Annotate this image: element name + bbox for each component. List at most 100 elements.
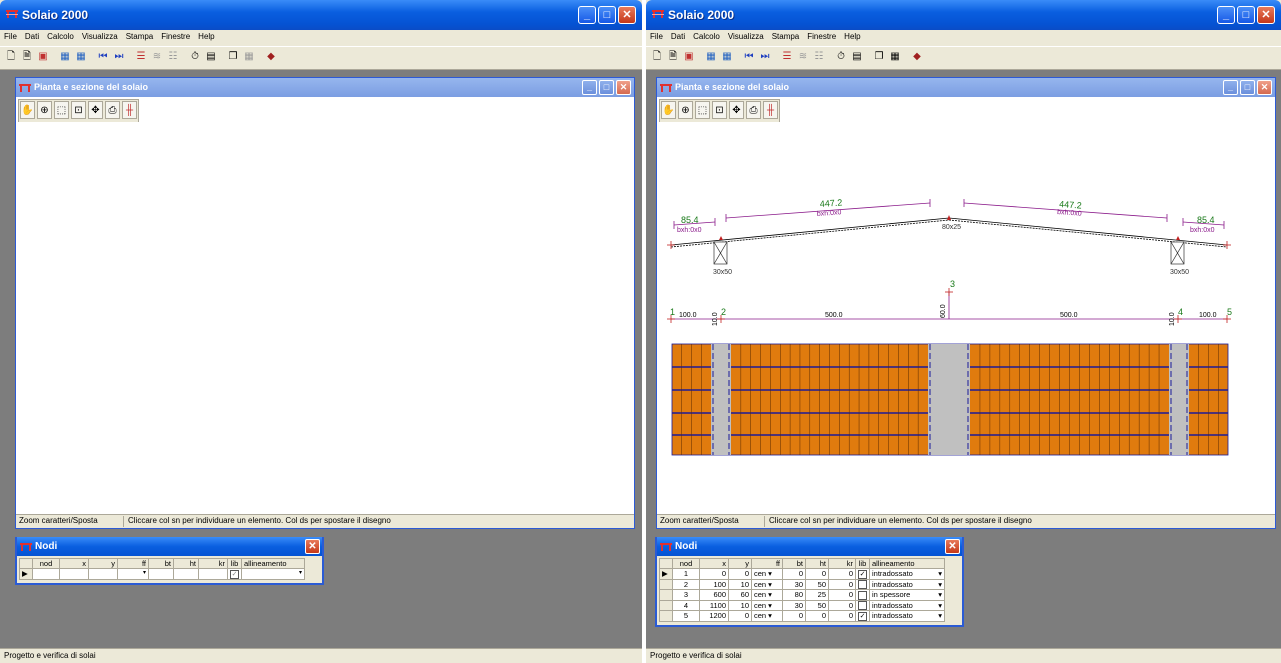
cell-y[interactable]: 0 — [728, 610, 752, 622]
cell-all[interactable]: intradossato ▾ — [869, 568, 945, 580]
cell-kr[interactable] — [198, 568, 228, 580]
maximize-button[interactable]: □ — [1237, 6, 1255, 24]
zoom-in-icon[interactable]: ⊕ — [678, 101, 693, 119]
slab-drawing[interactable]: 85.4 447.2 447.2 85.4 bxh:0x0 bxh:0x0 bx… — [657, 122, 1273, 515]
frame-icon[interactable]: ☷ — [812, 50, 826, 64]
calc-icon[interactable]: ▦ — [888, 50, 902, 64]
new-icon[interactable]: 🗋 — [4, 50, 18, 64]
cell-bt[interactable]: 30 — [782, 599, 806, 612]
cell-nod[interactable]: 1 — [672, 568, 700, 580]
title-bar[interactable]: Solaio 2000 _ □ ✕ — [0, 0, 642, 30]
cell-lib[interactable]: ✓ — [855, 568, 870, 580]
first-icon[interactable]: ⏮ — [96, 50, 110, 64]
cell-all[interactable]: intradossato ▾ — [869, 578, 945, 591]
cell-ht[interactable]: 25 — [805, 589, 829, 601]
table-row[interactable]: 4 1100 10 cen ▾ 30 50 0 intradossato ▾ — [659, 599, 945, 612]
close-button[interactable]: ✕ — [618, 6, 636, 24]
timer-icon[interactable]: ⏱ — [188, 50, 202, 64]
menu-stampa[interactable]: Stampa — [768, 30, 804, 44]
cell-lib[interactable] — [855, 599, 870, 612]
lib-checkbox[interactable] — [858, 590, 867, 600]
cell-nod[interactable]: 3 — [672, 589, 700, 601]
cell-x[interactable]: 600 — [699, 589, 729, 601]
child-title-bar[interactable]: Pianta e sezione del solaio _ □ ✕ — [657, 78, 1275, 97]
cell-ht[interactable]: 50 — [805, 578, 829, 591]
cell-ff[interactable]: cen ▾ — [751, 589, 783, 601]
lib-checkbox[interactable]: ✓ — [227, 568, 242, 580]
report-icon[interactable]: ▤ — [850, 50, 864, 64]
child-maximize-button[interactable]: □ — [599, 80, 614, 95]
cell-ff[interactable]: cen ▾ — [751, 599, 783, 612]
cell-y[interactable]: 10 — [728, 599, 752, 612]
new-icon[interactable]: 🗋 — [650, 50, 664, 64]
cell-all[interactable]: in spessore ▾ — [869, 589, 945, 601]
chevron-down-icon[interactable]: ▾ — [938, 611, 942, 620]
settings-icon[interactable]: ╫ — [122, 101, 137, 119]
table-row[interactable]: 3 600 60 cen ▾ 80 25 0 in spessore ▾ — [659, 589, 945, 601]
cell-nod[interactable]: 2 — [672, 578, 700, 591]
cell-kr[interactable]: 0 — [828, 568, 856, 580]
open-icon[interactable]: 🗎 — [666, 50, 680, 64]
close-button[interactable]: ✕ — [1257, 6, 1275, 24]
cell-ff[interactable]: cen ▾ — [751, 578, 783, 591]
zoom-select-icon[interactable]: ⊡ — [71, 101, 86, 119]
load-icon[interactable]: ≋ — [150, 50, 164, 64]
maximize-button[interactable]: □ — [598, 6, 616, 24]
cell-y[interactable]: 0 — [728, 568, 752, 580]
lib-checkbox[interactable] — [858, 601, 867, 611]
hand-icon[interactable]: ✋ — [20, 101, 35, 119]
menu-visualizza[interactable]: Visualizza — [724, 30, 768, 44]
ff-dropdown[interactable]: ▾ — [117, 568, 149, 580]
nodi-title-bar[interactable]: Nodi ✕ — [17, 537, 322, 556]
child-maximize-button[interactable]: □ — [1240, 80, 1255, 95]
last-icon[interactable]: ⏭ — [758, 50, 772, 64]
cell-all[interactable]: intradossato ▾ — [869, 610, 945, 622]
cell-x[interactable]: 1200 — [699, 610, 729, 622]
cell-kr[interactable]: 0 — [828, 599, 856, 612]
nodi-close-button[interactable]: ✕ — [945, 539, 960, 554]
table-row[interactable]: 5 1200 0 cen ▾ 0 0 0 ✓ intradossato ▾ — [659, 610, 945, 622]
nodi-close-button[interactable]: ✕ — [305, 539, 320, 554]
frame-icon[interactable]: ☷ — [166, 50, 180, 64]
copy-icon[interactable]: ❐ — [226, 50, 240, 64]
cell-x[interactable]: 1100 — [699, 599, 729, 612]
grid2-icon[interactable]: ▦ — [720, 50, 734, 64]
cell-bt[interactable]: 0 — [782, 610, 806, 622]
chevron-down-icon[interactable]: ▾ — [938, 580, 942, 589]
lib-checkbox[interactable]: ✓ — [858, 569, 867, 579]
menu-help[interactable]: Help — [194, 30, 218, 44]
cell-ht[interactable]: 50 — [805, 599, 829, 612]
chevron-down-icon[interactable]: ▾ — [938, 590, 942, 599]
print-icon[interactable]: ⎙ — [746, 101, 761, 119]
child-close-button[interactable]: ✕ — [1257, 80, 1272, 95]
beam-icon[interactable]: ☰ — [134, 50, 148, 64]
open-icon[interactable]: 🗎 — [20, 50, 34, 64]
cell-bt[interactable]: 30 — [782, 578, 806, 591]
last-icon[interactable]: ⏭ — [112, 50, 126, 64]
menu-stampa[interactable]: Stampa — [122, 30, 158, 44]
calc-icon[interactable]: ▦ — [242, 50, 256, 64]
zoom-window-icon[interactable]: ⬚ — [695, 101, 710, 119]
minimize-button[interactable]: _ — [578, 6, 596, 24]
cell-nod[interactable]: 5 — [672, 610, 700, 622]
cell-y[interactable]: 10 — [728, 578, 752, 591]
menu-file[interactable]: File — [646, 30, 667, 44]
settings-icon[interactable]: ╫ — [763, 101, 778, 119]
drawing-canvas-empty[interactable] — [16, 122, 634, 515]
timer-icon[interactable]: ⏱ — [834, 50, 848, 64]
zoom-in-icon[interactable]: ⊕ — [37, 101, 52, 119]
grid-icon[interactable]: ▦ — [58, 50, 72, 64]
cell-x[interactable]: 100 — [699, 578, 729, 591]
table-row[interactable]: ▶ 1 0 0 cen ▾ 0 0 0 ✓ intradossato ▾ — [659, 568, 945, 580]
cell-y[interactable] — [88, 568, 118, 580]
save-icon[interactable]: ▣ — [36, 50, 50, 64]
child-minimize-button[interactable]: _ — [1223, 80, 1238, 95]
print-icon[interactable]: ⎙ — [105, 101, 120, 119]
cell-y[interactable]: 60 — [728, 589, 752, 601]
load-icon[interactable]: ≋ — [796, 50, 810, 64]
zoom-select-icon[interactable]: ⊡ — [712, 101, 727, 119]
cell-all[interactable]: intradossato ▾ — [869, 599, 945, 612]
new-row[interactable]: ▶ ▾ ✓ ▾ — [19, 568, 305, 580]
menu-dati[interactable]: Dati — [21, 30, 43, 44]
cell-bt[interactable]: 80 — [782, 589, 806, 601]
